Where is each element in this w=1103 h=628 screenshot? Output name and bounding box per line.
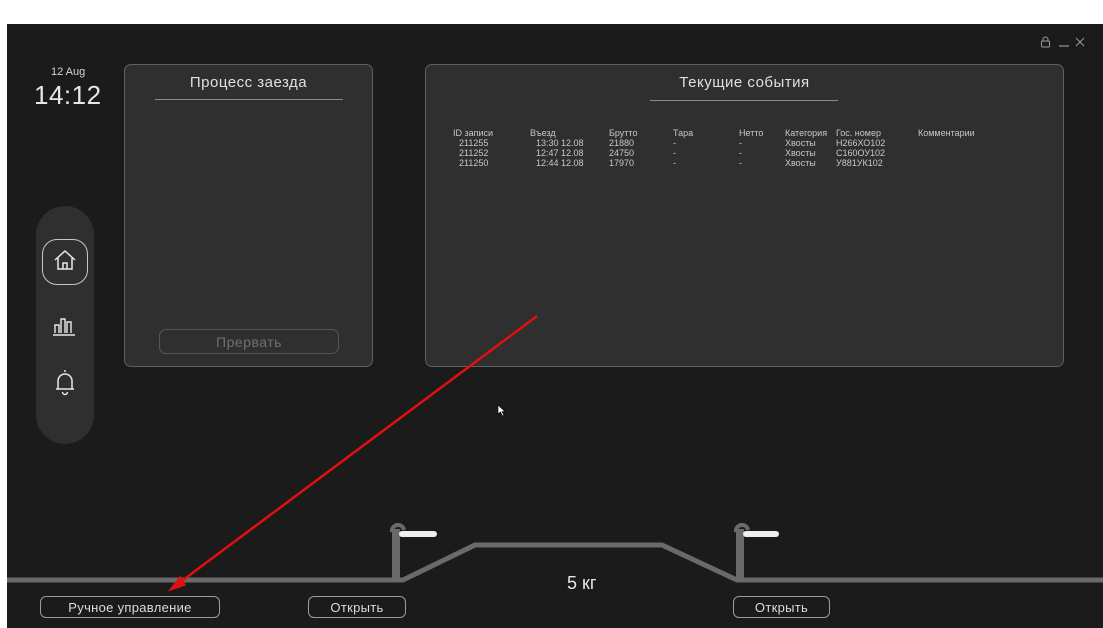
cell-plate: У881УК102 (836, 158, 883, 168)
side-nav (36, 206, 94, 444)
cell-comment (918, 138, 998, 148)
ground-line (7, 542, 1103, 583)
column-header: Брутто (609, 128, 638, 138)
barrier-hinge-left (389, 522, 406, 533)
barrier-hinge-right (733, 522, 750, 533)
cell-category: Хвосты (785, 138, 816, 148)
cell-comment (918, 148, 998, 158)
cell-tare: - (673, 138, 676, 148)
title-divider (650, 100, 838, 101)
race-panel-title: Процесс заезда (189, 74, 308, 91)
scale-control-app: 12 Aug 14:12 Процесс заезда Прервать Тек… (7, 24, 1103, 628)
open-entry-barrier-button[interactable]: Открыть (308, 596, 406, 618)
nav-notifications-button[interactable] (42, 361, 88, 407)
cell-entry: 12:44 12.08 (536, 158, 584, 168)
barrier-post-right (736, 529, 744, 582)
cell-entry: 12:47 12.08 (536, 148, 584, 158)
column-header: Нетто (739, 128, 764, 138)
events-table: ID записи Въезд Брутто Тара Нетто Катего… (453, 128, 998, 168)
nav-stats-button[interactable] (42, 304, 88, 350)
cell-plate: Н266ХО102 (836, 138, 886, 148)
column-header: Тара (673, 128, 694, 138)
cell-comment (918, 158, 998, 168)
column-header: Категория (785, 128, 828, 138)
column-header: ID записи (453, 128, 494, 138)
race-process-panel: Процесс заезда Прервать (124, 64, 373, 367)
cell-entry: 13:30 12.08 (536, 138, 584, 148)
table-row[interactable]: 211255 13:30 12.08 21880 - - Хвосты Н266… (453, 138, 998, 148)
clock-time: 14:12 (34, 80, 102, 110)
mouse-cursor-icon (497, 404, 506, 422)
weight-readout: 5 кг (567, 573, 597, 593)
events-panel-title: Текущие события (679, 74, 810, 91)
cell-net: - (739, 148, 742, 158)
cell-category: Хвосты (785, 148, 816, 158)
cell-id: 211250 (459, 158, 489, 168)
cell-gross: 17970 (609, 158, 635, 168)
annotation-arrowhead (167, 575, 187, 592)
manual-control-button[interactable]: Ручное управление (40, 596, 220, 618)
stats-icon (51, 311, 79, 344)
nav-home-button[interactable] (42, 239, 88, 285)
abort-button[interactable]: Прервать (159, 329, 339, 354)
cell-category: Хвосты (785, 158, 816, 168)
column-header: Гос. номер (836, 128, 881, 138)
cell-net: - (739, 158, 742, 168)
cell-id: 211252 (459, 148, 489, 158)
barrier-post-left (392, 529, 400, 582)
bell-icon (52, 367, 78, 402)
table-header: ID записи Въезд Брутто Тара Нетто Катего… (453, 128, 998, 138)
open-exit-barrier-button[interactable]: Открыть (733, 596, 830, 618)
table-row[interactable]: 211252 12:47 12.08 24750 - - Хвосты С160… (453, 148, 998, 158)
column-header: Въезд (530, 128, 556, 138)
table-row[interactable]: 211250 12:44 12.08 17970 - - Хвосты У881… (453, 158, 998, 168)
cell-tare: - (673, 148, 676, 158)
title-divider (155, 99, 343, 100)
cell-tare: - (673, 158, 676, 168)
home-icon (52, 247, 78, 278)
column-header: Комментарии (918, 128, 975, 138)
current-events-panel: Текущие события ID записи Въезд Брутто Т… (425, 64, 1064, 367)
cell-gross: 21880 (609, 138, 635, 148)
minimize-icon[interactable] (1058, 36, 1070, 51)
lock-icon[interactable] (1040, 36, 1051, 51)
cell-net: - (739, 138, 742, 148)
cell-gross: 24750 (609, 148, 635, 158)
cell-plate: С160ОУ102 (836, 148, 886, 158)
clock-date: 12 Aug (51, 66, 86, 78)
close-icon[interactable] (1074, 36, 1086, 51)
cell-id: 211255 (459, 138, 489, 148)
